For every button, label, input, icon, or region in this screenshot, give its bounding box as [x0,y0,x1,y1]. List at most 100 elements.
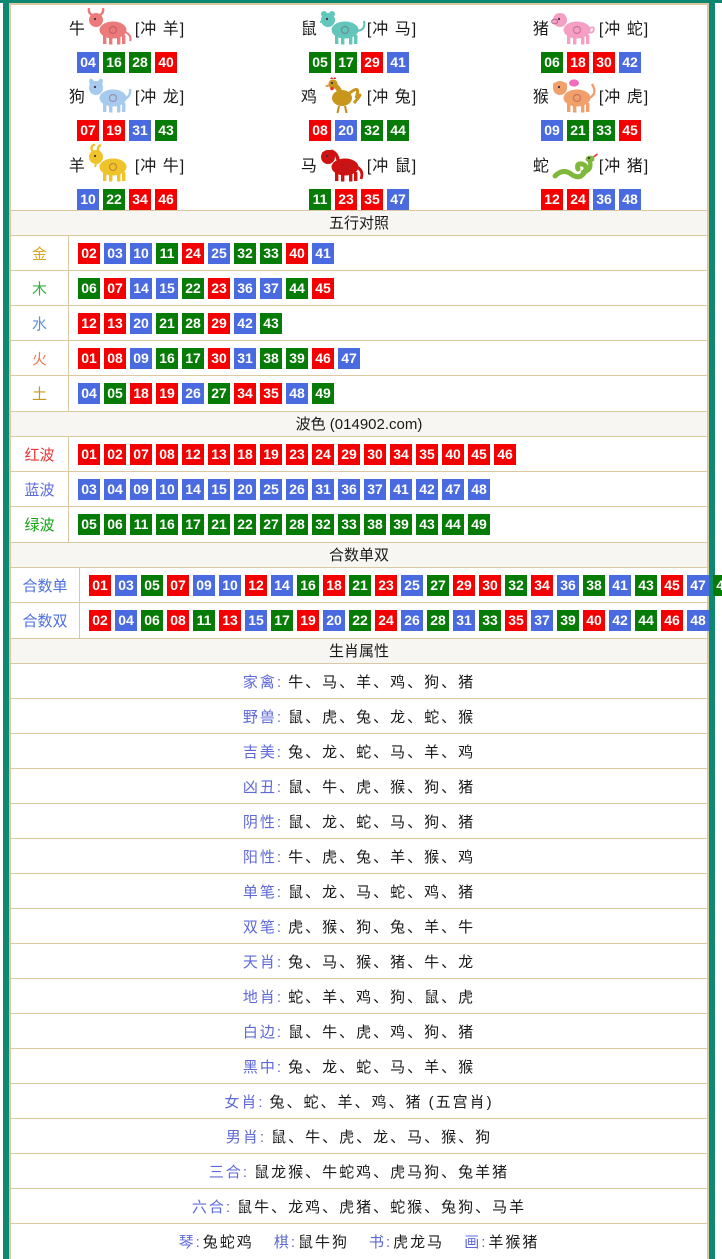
number-ball-11: 11 [130,514,152,535]
number-ball-41: 41 [390,479,412,500]
zodiac-label-snake: 蛇 [冲 猪] [533,142,649,186]
attribute-text-lucky-fair: 兔、龙、蛇、马、羊、鸡 [288,741,475,762]
zodiac-name-monkey: 猴 [533,83,549,107]
zodiac-clash-horse: [冲 鼠] [367,152,417,176]
number-ball-22: 22 [182,278,204,299]
zodiac-numbers-rooster: 08203244 [307,120,411,141]
zodiac-clash-goat: [冲 牛] [135,152,185,176]
attribute-label-sky-zodiac: 天肖: [243,951,283,972]
number-ball-24: 24 [567,189,589,210]
main-table: 牛[冲 羊]04162840鼠[冲 马]05172941猪[冲 蛇]061830… [9,3,709,1259]
five-elements-label-fire: 火 [11,341,69,375]
number-ball-22: 22 [234,514,256,535]
wave-label-blue-wave: 蓝波 [11,472,69,506]
five-elements-row-gold: 金02031011242532334041 [11,236,707,271]
sum-label-sum-odd: 合数单 [11,568,80,602]
number-ball-23: 23 [375,575,397,596]
attribute-row-earth-zodiac: 地肖:蛇、羊、鸡、狗、鼠、虎 [11,979,707,1014]
zodiac-clash-ox: [冲 羊] [135,15,185,39]
number-ball-04: 04 [104,479,126,500]
number-ball-43: 43 [635,575,657,596]
number-ball-48: 48 [468,479,490,500]
attribute-group-画: 画:羊猴猪 [464,1231,539,1252]
zodiac-cell-pig: 猪[冲 蛇]06183042 [475,5,707,73]
zodiac-name-snake: 蛇 [533,152,549,176]
attribute-row-male-zodiac: 男肖:鼠、牛、虎、龙、马、猴、狗 [11,1119,707,1154]
number-ball-12: 12 [182,444,204,465]
attribute-group-text: 虎龙马 [393,1234,444,1251]
number-ball-07: 07 [167,575,189,596]
number-ball-19: 19 [103,120,125,141]
section-header-five-elements: 五行对照 [11,210,707,236]
zodiac-numbers-rat: 05172941 [307,52,411,73]
number-ball-15: 15 [208,479,230,500]
attribute-text-yang: 牛、虎、兔、羊、猴、鸡 [288,846,475,867]
number-ball-45: 45 [619,120,641,141]
zodiac-name-rat: 鼠 [301,15,317,39]
monkey-icon [550,74,598,116]
number-ball-40: 40 [442,444,464,465]
five-elements-numbers-fire: 0108091617303138394647 [69,341,362,375]
number-ball-43: 43 [416,514,438,535]
number-ball-23: 23 [286,444,308,465]
number-ball-18: 18 [234,444,256,465]
number-ball-32: 32 [361,120,383,141]
number-ball-05: 05 [309,52,331,73]
number-ball-27: 27 [208,383,230,404]
pig-icon [550,6,598,48]
number-ball-25: 25 [260,479,282,500]
zodiac-clash-snake: [冲 猪] [599,152,649,176]
number-ball-09: 09 [541,120,563,141]
wave-numbers-red-wave: 0102070812131819232429303435404546 [69,437,518,471]
attribute-group-label: 棋: [274,1234,297,1251]
number-ball-11: 11 [156,243,178,264]
number-ball-34: 34 [234,383,256,404]
attributes-title: 生肖属性 [329,643,389,660]
number-ball-15: 15 [245,610,267,631]
number-ball-04: 04 [78,383,100,404]
number-ball-12: 12 [245,575,267,596]
number-ball-35: 35 [260,383,282,404]
number-ball-46: 46 [661,610,683,631]
number-ball-25: 25 [401,575,423,596]
attribute-text-single-stroke: 鼠、龙、马、蛇、鸡、猪 [288,881,475,902]
zodiac-name-ox: 牛 [69,15,85,39]
number-ball-20: 20 [335,120,357,141]
number-ball-16: 16 [103,52,125,73]
attribute-row-fierce-ugly: 凶丑:鼠、牛、虎、猴、狗、猪 [11,769,707,804]
number-ball-18: 18 [130,383,152,404]
attribute-text-white-edge: 鼠、牛、虎、鸡、狗、猪 [288,1021,475,1042]
zodiac-numbers-monkey: 09213345 [539,120,643,141]
number-ball-39: 39 [390,514,412,535]
five-elements-title: 五行对照 [329,215,389,232]
number-ball-46: 46 [494,444,516,465]
zodiac-label-ox: 牛 [冲 羊] [69,5,185,49]
number-ball-43: 43 [260,313,282,334]
number-ball-21: 21 [208,514,230,535]
snake-icon [550,143,598,185]
number-ball-44: 44 [442,514,464,535]
number-ball-16: 16 [156,514,178,535]
zodiac-clash-monkey: [冲 虎] [599,83,649,107]
zodiac-name-rooster: 鸡 [301,83,317,107]
attribute-group-label: 琴: [179,1234,202,1251]
number-ball-07: 07 [104,278,126,299]
number-ball-22: 22 [103,189,125,210]
number-ball-08: 08 [167,610,189,631]
wave-row-green-wave: 绿波05061116172122272832333839434449 [11,507,707,542]
number-ball-20: 20 [130,313,152,334]
number-ball-41: 41 [609,575,631,596]
zodiac-cell-horse: 马[冲 鼠]11233547 [243,142,475,210]
number-ball-39: 39 [557,610,579,631]
number-ball-13: 13 [219,610,241,631]
number-ball-28: 28 [129,52,151,73]
number-ball-01: 01 [78,444,100,465]
number-ball-17: 17 [335,52,357,73]
wave-title: 波色 (014902.com) [296,416,423,433]
zodiac-name-dog: 狗 [69,83,85,107]
number-ball-32: 32 [234,243,256,264]
number-ball-29: 29 [361,52,383,73]
attribute-label-earth-zodiac: 地肖: [243,986,283,1007]
number-ball-19: 19 [260,444,282,465]
number-ball-02: 02 [89,610,111,631]
